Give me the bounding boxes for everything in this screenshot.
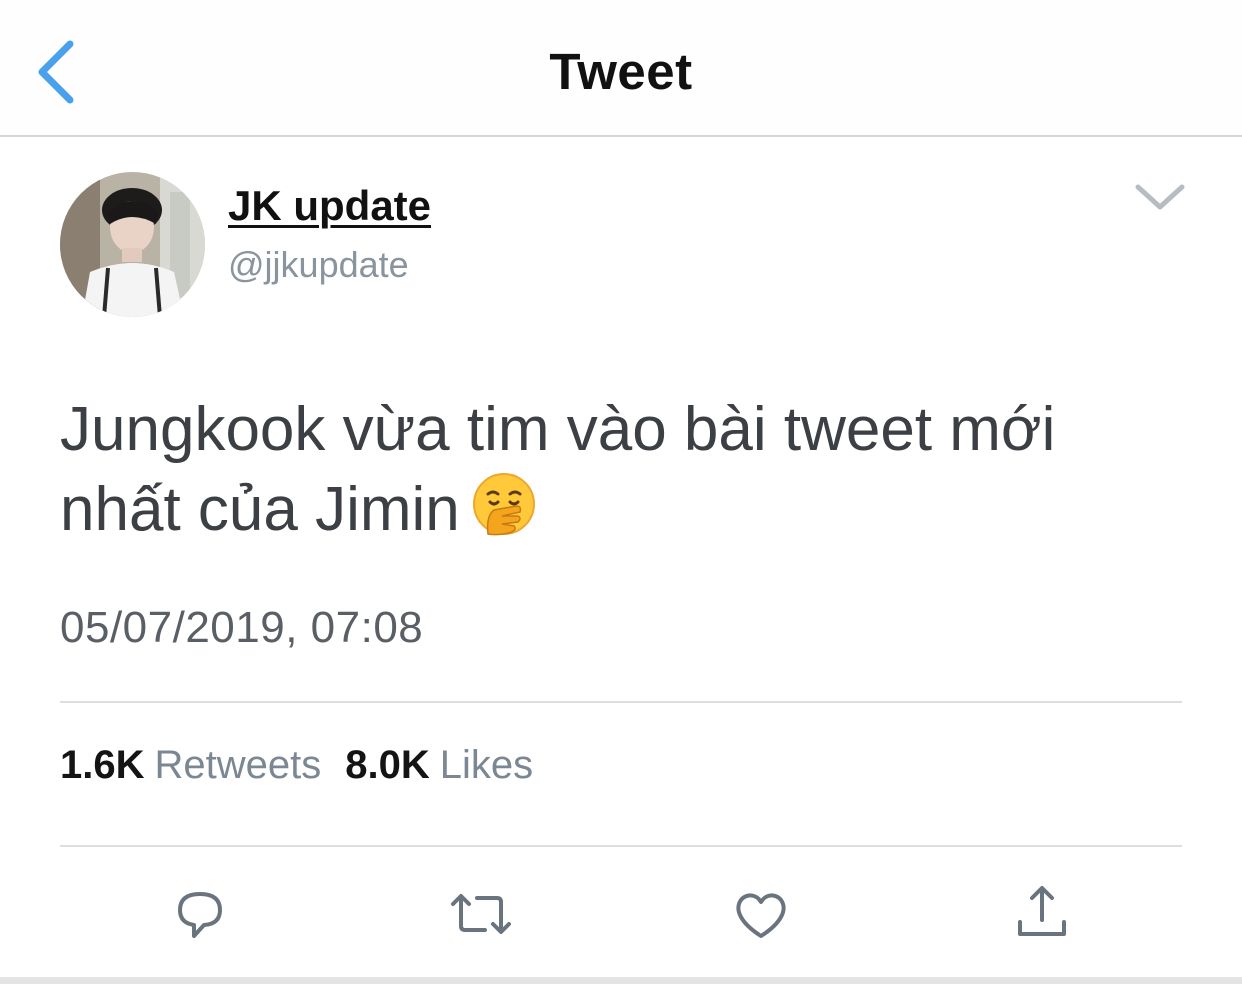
page-title: Tweet — [549, 43, 693, 100]
tweet-timestamp: 05/07/2019, 07:08 — [60, 603, 424, 652]
divider — [60, 845, 1182, 847]
likes-stat[interactable]: 8.0K Likes — [345, 743, 557, 787]
retweet-icon — [451, 894, 511, 934]
retweets-label: Retweets — [154, 743, 322, 787]
reply-icon — [178, 892, 222, 938]
share-icon — [1018, 886, 1066, 936]
retweets-stat[interactable]: 1.6K Retweets — [60, 743, 345, 787]
tweet-text: Jungkook vừa tim vào bài tweet mới nhất … — [60, 390, 1190, 550]
retweet-button[interactable] — [449, 882, 513, 946]
likes-label: Likes — [439, 743, 534, 787]
bottom-edge — [0, 977, 1242, 984]
reply-button[interactable] — [168, 882, 232, 946]
author-display-name[interactable]: JK update — [228, 180, 431, 232]
face-with-hand-over-mouth-icon — [472, 472, 536, 536]
likes-count: 8.0K — [345, 743, 430, 787]
navigation-bar: Tweet — [0, 0, 1242, 137]
tweet-stats: 1.6K Retweets 8.0K Likes — [60, 740, 557, 790]
chevron-down-icon — [1135, 184, 1185, 210]
avatar[interactable] — [60, 172, 205, 317]
divider — [60, 701, 1182, 703]
share-button[interactable] — [1010, 882, 1074, 946]
author-handle: @jjkupdate — [228, 244, 409, 285]
like-button[interactable] — [729, 882, 793, 946]
tweet-text-content: Jungkook vừa tim vào bài tweet mới nhất … — [60, 395, 1056, 544]
retweets-count: 1.6K — [60, 743, 145, 787]
tweet-menu-button[interactable] — [1130, 175, 1190, 220]
like-icon — [736, 893, 786, 938]
